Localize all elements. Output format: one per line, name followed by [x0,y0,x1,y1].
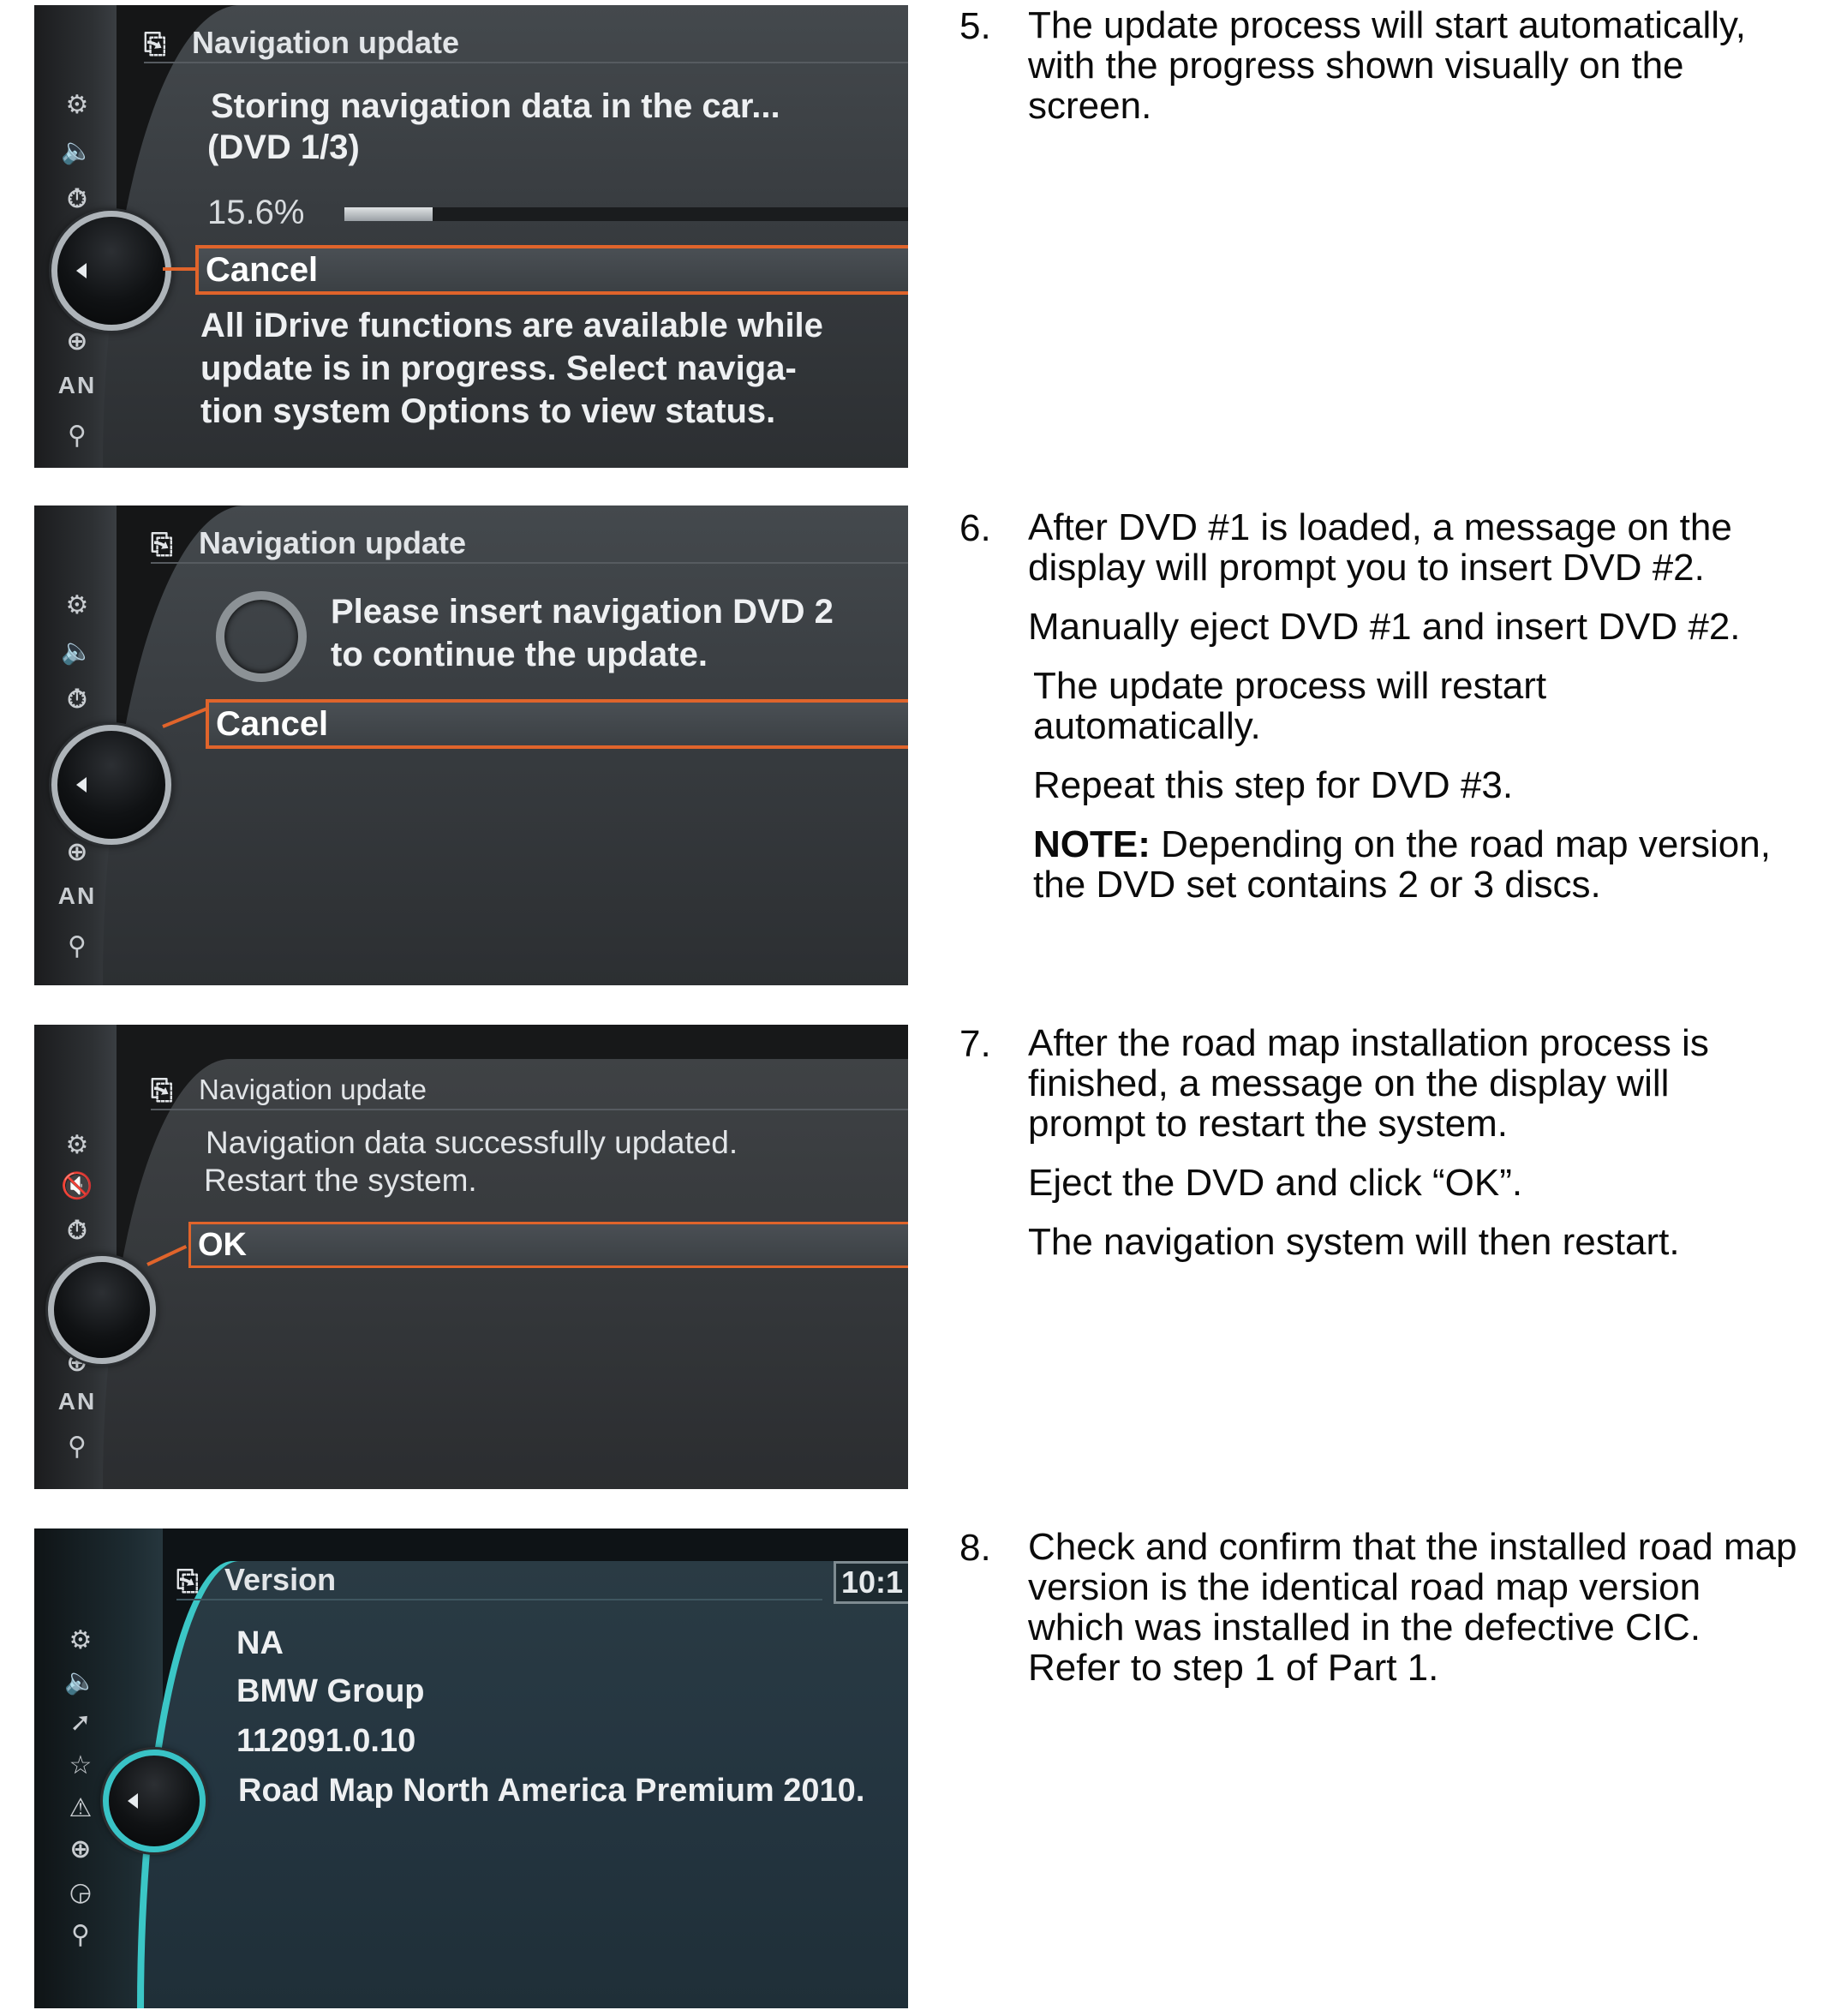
an-label: AN [57,882,97,909]
nav-update-icon: ⎘ [151,1074,173,1106]
controller-knob-icon [48,1256,156,1364]
warning-icon: ⚠ [69,1793,93,1823]
clock: 10:1 [833,1561,908,1604]
controller-knob-icon [103,1750,206,1852]
version-name: Road Map North America Premium 2010. [238,1773,865,1809]
search-icon: ⚲ [68,421,87,451]
screen-title: ⎘ Navigation update [151,1071,908,1110]
speaker-icon: 🔇 [61,1171,93,1201]
nav-update-icon: ⎘ [144,27,166,60]
route-icon: ➚ [69,1708,92,1738]
step-text: Eject the DVD and click “OK”. [1028,1162,1523,1204]
nav-update-icon: ⎘ [151,528,173,560]
settings-icon: ⚙ [65,590,89,620]
compass-icon: ⊕ [69,1834,92,1864]
version-vendor: BMW Group [236,1673,425,1709]
progress-bar [344,207,908,221]
step-text: The update process will restart automati… [1033,665,1547,747]
speaker-icon: 🔈 [61,136,93,166]
step-number: 6. [959,507,991,549]
nav-update-icon: ⎘ [176,1564,199,1597]
search-icon: ⚲ [68,931,87,961]
step-text: Check and confirm that the installed roa… [1028,1526,1797,1689]
step-7: 7. After the road map installation proce… [959,1023,1816,1281]
ok-button[interactable]: OK [188,1222,908,1268]
screen-storing-data: ⚙ 🔈 ⏱ ⊕ AN ⚲ ⎘ Navigation update Storing … [34,5,908,468]
info-line-2: update is in progress. Select naviga- [200,350,797,387]
settings-icon: ⚙ [65,90,89,120]
spinner-icon [216,591,307,682]
progress-fill [344,207,433,221]
screen-insert-dvd: ⚙ 🔈 ⏱ ⊕ AN ⚲ ⎘ Navigation update Please i… [34,505,908,985]
speaker-icon: 🔈 [61,637,93,667]
step-8: 8. Check and confirm that the installed … [959,1527,1816,1707]
status-line-1: Storing navigation data in the car... [211,87,780,125]
version-region: NA [236,1625,284,1661]
an-label: AN [57,372,97,398]
prompt-line-1: Please insert navigation DVD 2 [331,593,834,631]
settings-icon: ⚙ [65,1130,89,1160]
note: NOTE: Depending on the road map version,… [1033,824,1816,905]
step-text: Manually eject DVD #1 and insert DVD #2. [1028,606,1741,648]
screen-update-complete: ⚙ 🔇 ⏱ ⊕ AN ⚲ ⎘ Navigation update Navigati… [34,1025,908,1489]
step-5: 5. The update process will start automat… [959,5,1816,145]
search-icon: ⚲ [68,1432,87,1462]
step-6: 6. After DVD #1 is loaded, a message on … [959,507,1816,924]
timer-icon: ⏱ [67,685,87,715]
step-text: The navigation system will then restart. [1028,1221,1680,1263]
settings-icon: ⚙ [69,1625,93,1655]
map-icon: ◶ [69,1877,93,1907]
status-line-2: (DVD 1/3) [207,129,360,166]
cancel-button[interactable]: Cancel [195,245,908,295]
step-number: 5. [959,5,991,47]
result-line-1: Navigation data successfully updated. [206,1125,738,1160]
timer-icon: ⏱ [67,184,87,214]
step-text: The update process will start automatica… [1028,4,1746,127]
screen-title: ⎘ Version [176,1561,822,1600]
screen-title: ⎘ Navigation update [144,24,908,63]
screen-title: ⎘ Navigation update [151,524,908,564]
compass-icon: ⊕ [66,326,88,356]
zoom-icon: ⚲ [71,1920,90,1950]
progress-percent: 15.6% [207,194,305,231]
note-label: NOTE: [1033,823,1151,865]
cancel-button[interactable]: Cancel [206,699,908,749]
step-text: After the road map installation process … [1028,1022,1709,1145]
timer-icon: ⏱ [67,1216,87,1246]
version-number: 112091.0.10 [236,1723,416,1759]
step-text: Repeat this step for DVD #3. [1033,764,1514,806]
step-number: 7. [959,1023,991,1065]
selection-connector [163,267,197,271]
step-text: After DVD #1 is loaded, a message on the… [1028,506,1732,589]
screen-version: ⚙ 🔈 ➚ ☆ ⚠ ⊕ ◶ ⚲ ⎘ Version 10:1 NA BMW Gro… [34,1528,908,2008]
controller-knob-icon [51,725,171,845]
info-line-1: All iDrive functions are available while [200,307,823,344]
prompt-line-2: to continue the update. [331,636,708,673]
speaker-icon: 🔈 [64,1666,97,1696]
an-label: AN [57,1388,97,1415]
controller-knob-icon [51,211,171,331]
step-number: 8. [959,1527,991,1569]
favorite-icon: ☆ [69,1750,93,1780]
result-line-2: Restart the system. [204,1163,477,1198]
info-line-3: tion system Options to view status. [200,392,776,430]
